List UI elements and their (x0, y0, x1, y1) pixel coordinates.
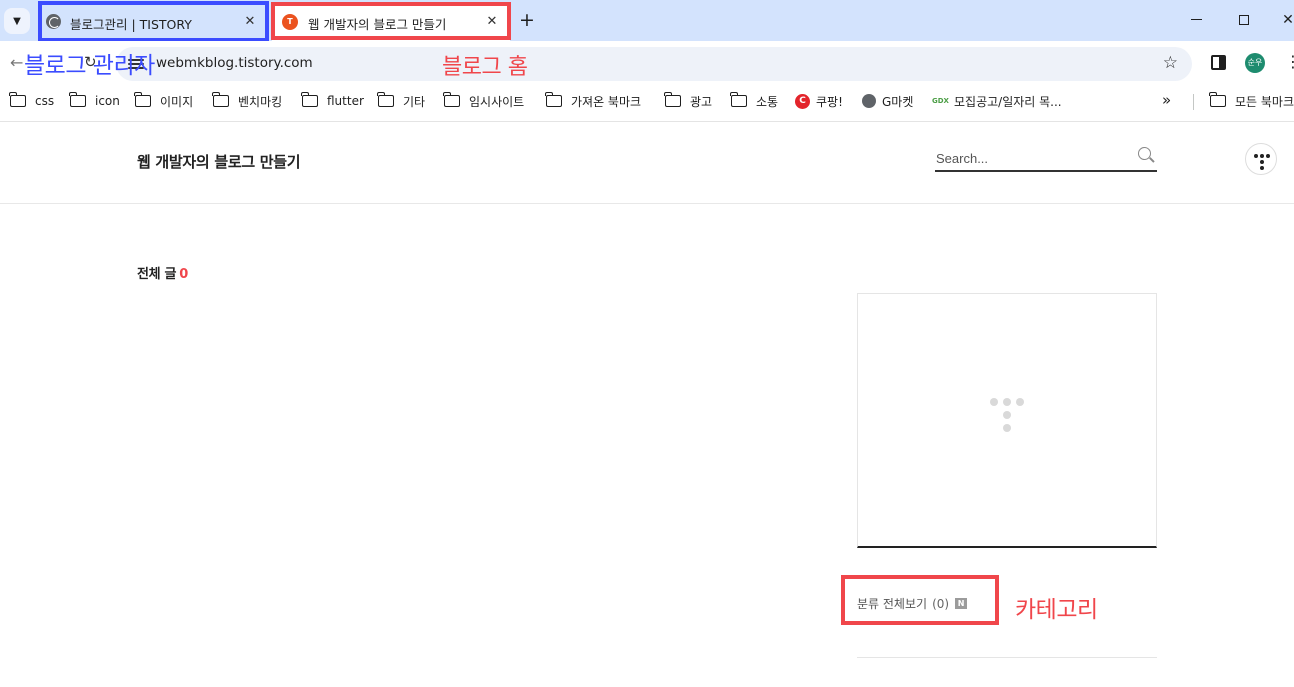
bookmark-star-icon[interactable]: ☆ (1163, 53, 1178, 73)
post-count-label: 전체 글 (137, 267, 177, 282)
bookmark-label: 벤치마킹 (238, 94, 283, 109)
bookmark-folder-images[interactable]: 이미지 (134, 92, 194, 110)
minimize-button[interactable] (1186, 10, 1206, 30)
folder-icon (1209, 92, 1226, 107)
browser-toolbar: ← ↻ webmkblog.tistory.com ☆ 순우 ⋮ (0, 41, 1294, 85)
bookmark-folder-benchmark[interactable]: 벤치마킹 (212, 92, 283, 110)
blog-menu-button[interactable] (1245, 143, 1277, 175)
annotation-label-home: 블로그 홈 (442, 55, 528, 80)
bookmarks-divider (1193, 94, 1194, 110)
annotation-box-admin-tab (38, 1, 269, 42)
coupang-icon: C (795, 93, 810, 109)
maximize-button[interactable] (1234, 10, 1254, 30)
search-input[interactable] (936, 148, 1126, 168)
bookmark-label: 모집공고/일자리 목... (954, 94, 1062, 109)
folder-icon (212, 92, 229, 107)
back-arrow-icon[interactable]: ← (10, 53, 23, 72)
bookmark-folder-flutter[interactable]: flutter (301, 92, 364, 110)
annotation-label-admin: 블로그 관리자 (24, 53, 155, 79)
folder-icon (9, 92, 26, 107)
bookmark-label: flutter (327, 94, 364, 108)
bookmark-gmarket[interactable]: G마켓 (862, 92, 913, 110)
globe-icon (862, 94, 876, 108)
blog-header: 웹 개발자의 블로그 만들기 (0, 122, 1294, 204)
bookmark-label: 모든 북마크 (1235, 94, 1294, 109)
folder-icon (664, 92, 681, 107)
new-tab-button[interactable]: + (516, 10, 538, 32)
bookmark-label: 기타 (403, 94, 426, 109)
bookmark-coupang[interactable]: C 쿠팡! (795, 92, 843, 110)
blog-search (935, 144, 1157, 172)
bookmark-folder-etc[interactable]: 기타 (377, 92, 426, 110)
bookmark-folder-icon[interactable]: icon (69, 92, 120, 110)
bookmark-label: 소통 (756, 94, 779, 109)
blog-title[interactable]: 웹 개발자의 블로그 만들기 (137, 151, 301, 172)
close-window-button[interactable]: ✕ (1278, 10, 1294, 30)
folder-icon (545, 92, 562, 107)
post-count-heading: 전체 글0 (137, 263, 188, 282)
annotation-box-category (841, 575, 999, 625)
bookmark-label: icon (95, 94, 120, 108)
tistory-logo-dot (1003, 411, 1011, 419)
bookmark-label: 임시사이트 (469, 94, 525, 109)
post-count-value: 0 (179, 267, 188, 282)
sidebar-divider (857, 657, 1157, 658)
bookmark-job-posting[interactable]: GDX 모집공고/일자리 목... (932, 92, 1062, 110)
folder-icon (69, 92, 86, 107)
address-bar[interactable]: webmkblog.tistory.com ☆ (116, 47, 1192, 81)
tistory-logo-dot (1003, 398, 1011, 406)
bookmark-label: css (35, 94, 55, 108)
folder-icon (301, 92, 318, 107)
bookmark-label: 이미지 (160, 94, 194, 109)
bookmark-folder-all[interactable]: 모든 북마크 (1209, 92, 1294, 110)
address-url[interactable]: webmkblog.tistory.com (156, 55, 313, 71)
folder-icon (443, 92, 460, 107)
bookmark-folder-temp-sites[interactable]: 임시사이트 (443, 92, 525, 110)
folder-icon (134, 92, 151, 107)
bookmark-label: 가져온 북마크 (571, 94, 642, 109)
tistory-logo-dot (1016, 398, 1024, 406)
bookmark-label: 쿠팡! (816, 94, 843, 109)
bookmarks-bar: css icon 이미지 벤치마킹 flutter 기타 임시사이트 가져온 북… (0, 85, 1294, 117)
tistory-logo-dot (1003, 424, 1011, 432)
bookmark-folder-ads[interactable]: 광고 (664, 92, 713, 110)
site-icon: GDX (932, 97, 949, 105)
tab-search-chevron-icon[interactable]: ▼ (4, 8, 30, 34)
tistory-logo-icon (990, 398, 998, 406)
search-icon[interactable] (1138, 147, 1151, 160)
bookmark-folder-imported[interactable]: 가져온 북마크 (545, 92, 642, 110)
bookmarks-overflow-icon[interactable]: » (1162, 91, 1171, 109)
blog-profile-card (857, 293, 1157, 548)
more-options-icon[interactable]: ⋮ (1285, 54, 1294, 70)
bookmark-label: 광고 (690, 94, 713, 109)
bookmark-folder-communication[interactable]: 소통 (730, 92, 779, 110)
folder-icon (377, 92, 394, 107)
annotation-box-home-tab (271, 2, 511, 40)
bookmark-label: G마켓 (882, 94, 914, 109)
side-panel-icon[interactable] (1211, 55, 1226, 70)
bookmark-folder-css[interactable]: css (9, 92, 55, 110)
avatar[interactable]: 순우 (1245, 53, 1265, 73)
annotation-label-category: 카테고리 (1015, 597, 1098, 623)
folder-icon (730, 92, 747, 107)
